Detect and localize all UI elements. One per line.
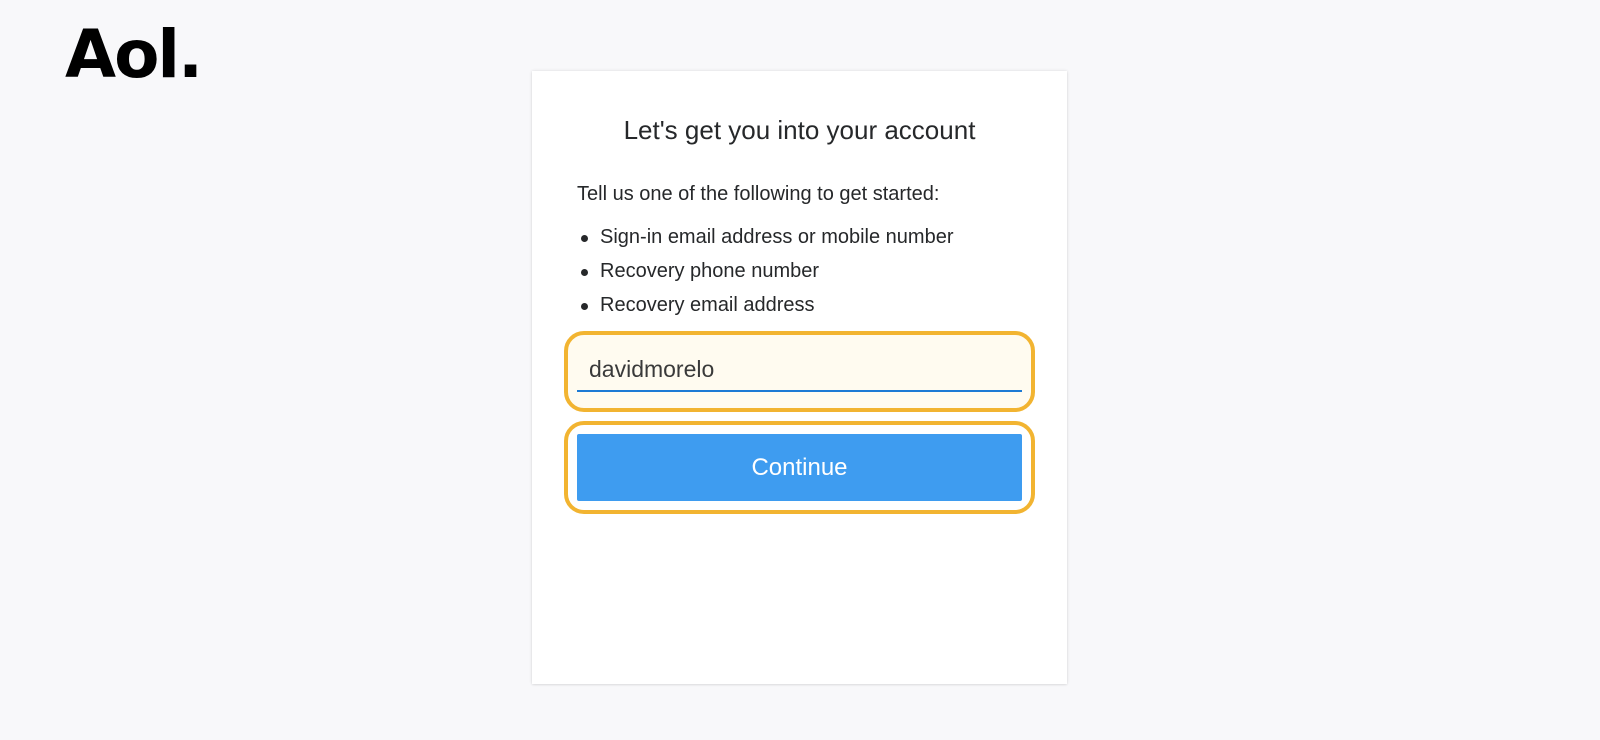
account-identifier-input[interactable]	[577, 346, 1022, 392]
aol-logo: Aol.	[65, 16, 203, 93]
recovery-card: Let's get you into your account Tell us …	[532, 71, 1067, 684]
page-title: Let's get you into your account	[623, 115, 976, 145]
continue-button[interactable]: Continue	[577, 434, 1022, 501]
option-item-signin: Sign-in email address or mobile number	[577, 220, 954, 254]
option-item-recovery-email: Recovery email address	[577, 288, 954, 322]
instructions-text: Tell us one of the following to get star…	[577, 183, 940, 205]
identifier-options-list: Sign-in email address or mobile number R…	[577, 220, 954, 322]
option-item-recovery-phone: Recovery phone number	[577, 254, 954, 288]
